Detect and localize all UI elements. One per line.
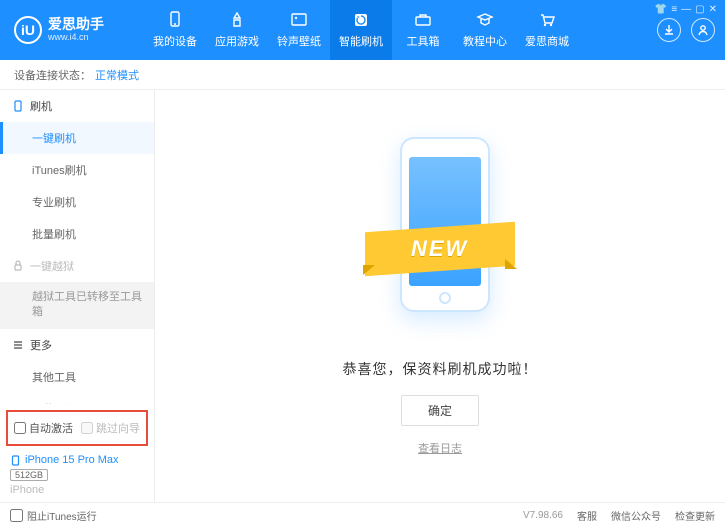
nav-ringtone-wallpaper[interactable]: 铃声壁纸 — [268, 0, 330, 60]
refresh-icon — [352, 11, 370, 29]
sidebar-item-itunes-flash[interactable]: iTunes刷机 — [0, 154, 154, 186]
device-name-text: iPhone 15 Pro Max — [25, 454, 119, 466]
jailbreak-group-header[interactable]: 一键越狱 — [0, 250, 154, 282]
sidebar-item-onekey-flash[interactable]: 一键刷机 — [0, 122, 154, 154]
sidebar-item-jailbreak-note: 越狱工具已转移至工具箱 — [0, 282, 154, 329]
close-icon[interactable]: ✕ — [709, 4, 717, 15]
apps-icon — [228, 11, 246, 29]
nav-store[interactable]: 爱思商城 — [516, 0, 578, 60]
app-header: iU 爱思助手 www.i4.cn 我的设备 应用游戏 铃声壁纸 智能刷机 工具… — [0, 0, 725, 60]
toolbox-icon — [414, 11, 432, 29]
menu-icon[interactable]: ≡ — [671, 4, 677, 15]
block-itunes-checkbox[interactable]: 阻止iTunes运行 — [10, 508, 97, 523]
device-icon — [166, 11, 184, 29]
device-phone-icon — [10, 455, 21, 466]
sidebar-item-other-tools[interactable]: 其他工具 — [0, 361, 154, 393]
download-button[interactable] — [657, 18, 681, 42]
logo-icon: iU — [14, 16, 42, 44]
ribbon-text: NEW — [411, 236, 468, 262]
list-icon — [12, 339, 24, 351]
sidebar-item-pro-flash[interactable]: 专业刷机 — [0, 186, 154, 218]
flash-group-header[interactable]: 刷机 — [0, 90, 154, 122]
success-message: 恭喜您，保资料刷机成功啦！ — [343, 359, 538, 379]
status-footer: 阻止iTunes运行 V7.98.66 客服 微信公众号 检查更新 — [0, 502, 725, 527]
footer-link-service[interactable]: 客服 — [577, 508, 597, 523]
sidebar: 刷机 一键刷机 iTunes刷机 专业刷机 批量刷机 一键越狱 越狱工具已转移至… — [0, 90, 155, 502]
more-group-header[interactable]: 更多 — [0, 329, 154, 361]
nav-tutorials[interactable]: 教程中心 — [454, 0, 516, 60]
options-highlight-box: 自动激活 跳过向导 — [6, 410, 148, 446]
device-type: iPhone — [10, 484, 144, 496]
nav-toolbox[interactable]: 工具箱 — [392, 0, 454, 60]
view-log-link[interactable]: 查看日志 — [418, 440, 462, 456]
top-nav: 我的设备 应用游戏 铃声壁纸 智能刷机 工具箱 教程中心 爱思商城 — [144, 0, 657, 60]
storage-badge: 512GB — [10, 469, 48, 481]
logo-title: 爱思助手 — [48, 17, 104, 32]
logo-area: iU 爱思助手 www.i4.cn — [14, 16, 144, 44]
version-label: V7.98.66 — [523, 510, 563, 521]
minimize-icon[interactable]: — — [681, 4, 691, 15]
device-info-block[interactable]: iPhone 15 Pro Max 512GB iPhone — [0, 446, 154, 502]
logo-subtitle: www.i4.cn — [48, 33, 104, 43]
nav-smart-flash[interactable]: 智能刷机 — [330, 0, 392, 60]
graduation-icon — [476, 11, 494, 29]
status-value: 正常模式 — [95, 67, 139, 83]
sidebar-item-download-firmware[interactable]: 下载固件 — [0, 393, 154, 404]
skip-guide-checkbox[interactable]: 跳过向导 — [81, 420, 140, 436]
main-content: NEW 恭喜您，保资料刷机成功啦！ 确定 查看日志 — [155, 90, 725, 502]
nav-apps-games[interactable]: 应用游戏 — [206, 0, 268, 60]
phone-icon — [12, 100, 24, 112]
nav-my-device[interactable]: 我的设备 — [144, 0, 206, 60]
lock-icon — [12, 260, 24, 272]
device-status-bar: 设备连接状态： 正常模式 — [0, 60, 725, 90]
auto-activate-checkbox[interactable]: 自动激活 — [14, 420, 73, 436]
sidebar-item-batch-flash[interactable]: 批量刷机 — [0, 218, 154, 250]
user-button[interactable] — [691, 18, 715, 42]
maximize-icon[interactable]: ▢ — [695, 4, 704, 15]
success-illustration: NEW — [365, 137, 515, 337]
cart-icon — [538, 11, 556, 29]
image-icon — [290, 11, 308, 29]
ok-button[interactable]: 确定 — [401, 395, 479, 426]
status-label: 设备连接状态： — [14, 67, 91, 83]
footer-link-wechat[interactable]: 微信公众号 — [611, 508, 661, 523]
skin-icon[interactable]: 👕 — [655, 4, 667, 15]
footer-link-update[interactable]: 检查更新 — [675, 508, 715, 523]
window-controls: 👕 ≡ — ▢ ✕ — [655, 4, 717, 15]
